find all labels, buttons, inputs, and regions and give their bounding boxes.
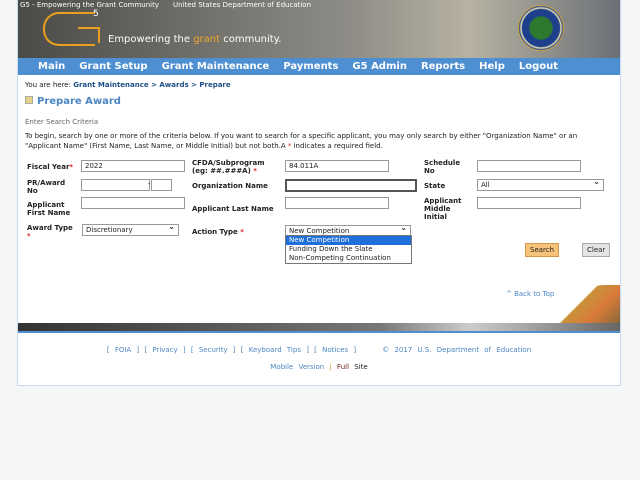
separator: | <box>329 363 332 371</box>
footer-version: Mobile Version | Full Site <box>18 363 620 371</box>
schedule-no-label: Schedule No <box>424 159 461 175</box>
action-type-label: Action Type * <box>192 228 244 236</box>
section-title: Enter Search Criteria <box>25 118 99 126</box>
state-label: State <box>424 182 446 190</box>
instructions-tail: indicates a required field. <box>291 142 383 150</box>
required-star: * <box>240 228 244 236</box>
footer-security[interactable]: Security <box>199 346 228 354</box>
instructions: To begin, search by one or more of the c… <box>25 131 615 151</box>
label-text: Fiscal Year <box>27 163 70 171</box>
organization-name-input[interactable] <box>285 179 417 192</box>
required-star: * <box>253 167 257 175</box>
nav-main[interactable]: Main <box>18 58 72 75</box>
applicant-middle-initial-label: Applicant Middle Initial <box>424 197 462 221</box>
fiscal-year-input[interactable]: 2022 <box>81 160 185 172</box>
page-title: Prepare Award <box>25 96 121 107</box>
classroom-image <box>548 285 620 323</box>
tagline-post: community. <box>220 34 282 45</box>
breadcrumb: You are here: Grant Maintenance > Awards… <box>25 81 231 89</box>
option-funding-down-the-slate[interactable]: Funding Down the Slate <box>286 245 411 254</box>
page-icon <box>25 96 33 104</box>
nav-reports[interactable]: Reports <box>414 58 472 75</box>
applicant-middle-initial-input[interactable] <box>477 197 581 209</box>
pr-award-input[interactable] <box>81 179 150 191</box>
nav-grant-maintenance[interactable]: Grant Maintenance <box>155 58 277 75</box>
cfda-input[interactable]: 84.011A <box>285 160 389 172</box>
page-container: G5 - Empowering the Grant Community Unit… <box>17 0 621 386</box>
applicant-last-name-label: Applicant Last Name <box>192 205 274 213</box>
header-banner: G5 - Empowering the Grant Community Unit… <box>18 0 620 58</box>
nav-help[interactable]: Help <box>472 58 512 75</box>
clear-button[interactable]: Clear <box>582 243 611 257</box>
g5-logo-mark: 5 <box>93 9 99 19</box>
applicant-last-name-input[interactable] <box>285 197 389 209</box>
logo-alt-text: G5 - Empowering the Grant Community <box>20 1 160 9</box>
applicant-first-name-input[interactable] <box>81 197 185 209</box>
required-star: * <box>69 163 74 171</box>
footer-notices[interactable]: Notices <box>322 346 348 354</box>
state-select[interactable]: All <box>477 177 604 191</box>
option-non-competing-continuation[interactable]: Non-Competing Continuation <box>286 254 411 263</box>
label-text: Award Type <box>27 224 73 232</box>
required-star: * <box>27 232 31 240</box>
search-button[interactable]: Search <box>525 243 560 257</box>
g5-logo-bar <box>78 27 100 43</box>
page-title-text: Prepare Award <box>37 96 121 107</box>
full-label: Full <box>337 363 350 371</box>
nav-g5-admin[interactable]: G5 Admin <box>345 58 414 75</box>
nav-grant-setup[interactable]: Grant Setup <box>72 58 154 75</box>
tagline-pre: Empowering the <box>108 34 194 45</box>
footer-privacy[interactable]: Privacy <box>152 346 177 354</box>
fiscal-year-label: Fiscal Year* <box>27 163 73 171</box>
breadcrumb-prefix: You are here: <box>25 81 74 89</box>
award-type-label: Award Type * <box>27 224 77 240</box>
award-type-select[interactable]: Discretionary <box>82 222 179 236</box>
nav-logout[interactable]: Logout <box>512 58 565 75</box>
pr-award-label: PR/Award No <box>27 179 66 195</box>
option-new-competition[interactable]: New Competition <box>286 236 411 245</box>
site-label: Site <box>354 363 368 371</box>
footer-band <box>18 323 620 333</box>
copyright: © 2017 U.S. Department of Education <box>382 346 532 354</box>
back-to-top-link[interactable]: ^ Back to Top <box>506 290 554 298</box>
main-nav: Main Grant Setup Grant Maintenance Payme… <box>18 58 620 75</box>
breadcrumb-path[interactable]: Grant Maintenance > Awards > Prepare <box>73 81 230 89</box>
cfda-label: CFDA/Subprogram (eg: ##.###A) * <box>192 159 282 175</box>
footer-links: [ FOIA ] [ Privacy ] [ Security ] [ Keyb… <box>106 346 532 354</box>
seal-alt-text: United States Department of Education <box>173 1 312 9</box>
applicant-first-name-label: Applicant First Name <box>27 201 71 217</box>
tagline-accent: grant <box>193 34 221 45</box>
pr-award-suffix-input[interactable] <box>151 179 172 191</box>
schedule-no-input[interactable] <box>477 160 581 172</box>
label-text: Action Type <box>192 228 238 236</box>
organization-name-label: Organization Name <box>192 182 268 190</box>
tagline: Empowering the grant community. <box>108 34 281 45</box>
nav-payments[interactable]: Payments <box>276 58 345 75</box>
mobile-version-link[interactable]: Mobile Version <box>270 363 324 371</box>
footer-foia[interactable]: FOIA <box>115 346 131 354</box>
action-type-dropdown: New Competition Funding Down the Slate N… <box>285 235 412 264</box>
department-seal-icon <box>518 5 564 51</box>
footer-keyboard-tips[interactable]: Keyboard Tips <box>249 346 301 354</box>
